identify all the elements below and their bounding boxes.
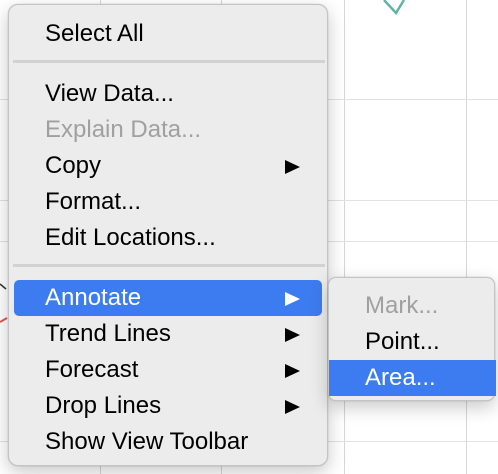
menu-item-format[interactable]: Format... xyxy=(14,184,322,220)
submenu-arrow-icon xyxy=(285,160,300,174)
menu-item-annotate[interactable]: Annotate xyxy=(14,280,322,316)
menu-item-select-all[interactable]: Select All xyxy=(14,16,322,52)
menu-item-view-data[interactable]: View Data... xyxy=(14,76,322,112)
menu-item-edit-locations[interactable]: Edit Locations... xyxy=(14,220,322,256)
menu-item-label: Edit Locations... xyxy=(45,224,216,251)
teal-line-mark xyxy=(383,0,406,16)
menu-separator xyxy=(13,264,325,267)
menu-item-trend-lines[interactable]: Trend Lines xyxy=(14,316,322,352)
menu-item-label: View Data... xyxy=(45,80,174,107)
menu-item-drop-lines[interactable]: Drop Lines xyxy=(14,388,322,424)
menu-separator xyxy=(13,60,325,63)
menu-item-label: Trend Lines xyxy=(45,320,171,347)
submenu-arrow-icon xyxy=(285,400,300,414)
submenu-item-label: Point... xyxy=(365,328,440,355)
menu-item-label: Show View Toolbar xyxy=(45,428,249,455)
menu-item-label: Format... xyxy=(45,188,142,215)
submenu-item-label: Mark... xyxy=(365,292,439,319)
submenu-item-point[interactable]: Point... xyxy=(329,324,496,360)
submenu-arrow-icon xyxy=(285,292,300,306)
menu-item-label: Copy xyxy=(45,152,102,179)
menu-item-forecast[interactable]: Forecast xyxy=(14,352,322,388)
dark-line-mark xyxy=(0,283,7,290)
red-line-mark xyxy=(0,317,8,323)
menu-item-label: Drop Lines xyxy=(45,392,162,419)
submenu-arrow-icon xyxy=(285,364,300,378)
annotate-submenu: Mark... Point... Area... xyxy=(328,277,496,401)
menu-item-label: Select All xyxy=(45,20,144,47)
submenu-item-label: Area... xyxy=(365,364,436,391)
submenu-item-area[interactable]: Area... xyxy=(329,360,496,396)
menu-item-label: Explain Data... xyxy=(45,116,202,143)
submenu-item-mark: Mark... xyxy=(329,288,496,324)
submenu-arrow-icon xyxy=(285,328,300,342)
menu-item-explain-data: Explain Data... xyxy=(14,112,322,148)
menu-item-show-view-toolbar[interactable]: Show View Toolbar xyxy=(14,424,322,460)
menu-item-copy[interactable]: Copy xyxy=(14,148,322,184)
menu-item-label: Annotate xyxy=(45,284,142,311)
context-menu: Select All View Data... Explain Data... … xyxy=(8,4,328,466)
menu-item-label: Forecast xyxy=(45,356,139,383)
